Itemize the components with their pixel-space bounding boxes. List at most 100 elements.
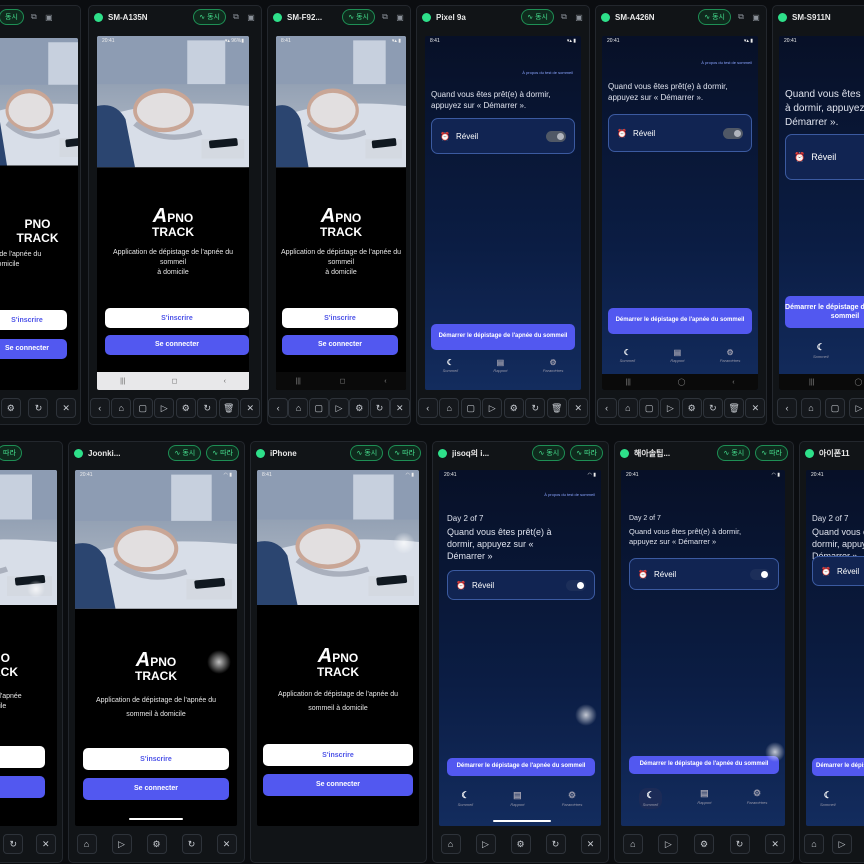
tab-sleep[interactable]: ☾ Sommeil [813, 342, 829, 359]
overview-icon[interactable]: ▢ [639, 398, 660, 418]
login-button[interactable]: Se connecter [0, 339, 67, 359]
refresh-icon[interactable]: ↻ [369, 398, 390, 418]
play-icon[interactable]: ▷ [482, 398, 503, 418]
home-button[interactable]: ◻ [172, 377, 178, 385]
delete-icon[interactable]: 🗑 [546, 398, 567, 418]
overview-icon[interactable]: ▢ [825, 398, 845, 418]
play-icon[interactable]: ▷ [658, 834, 679, 854]
start-button[interactable]: Démarrer le dépistage de l'apnée du somm… [785, 296, 864, 328]
refresh-icon[interactable]: ↻ [702, 398, 723, 418]
signup-button[interactable]: S'inscrire [0, 310, 67, 330]
start-button[interactable]: Démarrer le dépistage de l'apnée du somm… [629, 756, 779, 774]
login-button[interactable]: Se connecter [263, 774, 413, 796]
delete-icon[interactable]: 🗑 [724, 398, 745, 418]
tab-sleep[interactable]: ☾ Sommeil [638, 788, 663, 809]
tab-sleep[interactable]: ☾ Sommeil [820, 790, 836, 807]
overview-icon[interactable]: ▢ [460, 398, 481, 418]
refresh-icon[interactable]: ↻ [729, 834, 750, 854]
close-icon[interactable]: ✕ [35, 834, 56, 854]
play-icon[interactable]: ▷ [154, 398, 175, 418]
play-icon[interactable]: ▷ [849, 398, 864, 418]
copy-icon[interactable]: ⧉ [231, 12, 241, 22]
sync-chip[interactable]: ∿ 동시 [717, 445, 751, 461]
mirror-chip[interactable]: ∿ 따라 [570, 445, 603, 461]
alarm-toggle[interactable] [750, 568, 770, 580]
window-icon[interactable]: ▣ [574, 12, 584, 22]
back-button[interactable]: ‹ [384, 378, 386, 385]
tab-settings[interactable]: ⚙ Paramètres [562, 790, 583, 807]
mirror-chip[interactable]: 따라 [0, 445, 22, 461]
tab-settings[interactable]: ⚙ Paramètres [720, 348, 741, 363]
home-icon[interactable]: ⌂ [617, 398, 638, 418]
recent-apps-button[interactable]: ||| [625, 379, 630, 386]
close-icon[interactable]: ✕ [568, 398, 589, 418]
alarm-card[interactable]: ⏰ Réveil [812, 556, 864, 586]
login-button[interactable]: Se connecter [105, 335, 249, 355]
about-link[interactable]: À propos du test de sommeil [701, 60, 752, 65]
signup-button[interactable]: S'inscrire [83, 748, 229, 770]
login-button[interactable]: Se connecter [282, 335, 398, 355]
refresh-icon[interactable]: ↻ [197, 398, 218, 418]
close-icon[interactable]: ✕ [765, 834, 786, 854]
signup-button[interactable]: S'inscrire [105, 308, 249, 328]
play-icon[interactable]: ▷ [475, 834, 496, 854]
tab-report[interactable]: ▤ Rapport [493, 358, 507, 373]
home-icon[interactable]: ⌂ [622, 834, 643, 854]
sync-chip[interactable]: ∿ 동시 [193, 9, 226, 25]
back-icon[interactable]: ‹ [417, 398, 438, 418]
recent-apps-button[interactable]: ||| [120, 378, 125, 385]
home-icon[interactable]: ⌂ [439, 398, 460, 418]
alarm-card[interactable]: ⏰ Réveil [629, 558, 779, 590]
window-icon[interactable]: ▣ [751, 12, 761, 22]
sync-chip[interactable]: ∿ 동시 [350, 445, 384, 461]
back-icon[interactable]: ‹ [777, 398, 797, 418]
alarm-toggle[interactable] [566, 579, 586, 591]
play-icon[interactable]: ▷ [660, 398, 681, 418]
sync-chip[interactable]: ∿ 동시 [698, 9, 731, 25]
refresh-icon[interactable]: ↻ [525, 398, 546, 418]
sync-chip[interactable]: 동시 [0, 9, 24, 25]
copy-icon[interactable]: ⧉ [736, 12, 746, 22]
signup-button[interactable]: S'inscrire [282, 308, 398, 328]
recent-apps-button[interactable]: ||| [295, 378, 300, 385]
refresh-icon[interactable]: ↻ [3, 834, 24, 854]
sync-chip[interactable]: ∿ 동시 [168, 445, 202, 461]
back-icon[interactable]: ‹ [596, 398, 617, 418]
tab-sleep[interactable]: ☾ Sommeil [620, 348, 636, 363]
signup-button[interactable]: S'inscrire [263, 744, 413, 766]
home-icon[interactable]: ⌂ [440, 834, 461, 854]
tab-settings[interactable]: ⚙ Paramètres [747, 788, 768, 809]
close-icon[interactable]: ✕ [389, 398, 410, 418]
overview-icon[interactable]: ▢ [132, 398, 153, 418]
login-button[interactable] [0, 776, 45, 798]
screenshot-icon[interactable]: ⚙ [503, 398, 524, 418]
about-link[interactable]: À propos du test de sommeil [544, 492, 595, 497]
window-icon[interactable]: ▣ [246, 12, 256, 22]
mirror-chip[interactable]: ∿ 따라 [206, 445, 239, 461]
play-icon[interactable]: ▷ [832, 834, 852, 854]
play-icon[interactable]: ▷ [328, 398, 349, 418]
alarm-toggle[interactable] [546, 130, 566, 142]
copy-icon[interactable]: ⧉ [559, 12, 569, 22]
screenshot-icon[interactable]: ⚙ [175, 398, 196, 418]
back-button[interactable]: ‹ [732, 379, 734, 386]
tab-report[interactable]: ▤ Rapport [510, 790, 524, 807]
start-button[interactable]: Démarrer le dépistage de l'apnée du somm… [812, 758, 864, 776]
refresh-icon[interactable]: ↻ [181, 834, 202, 854]
tab-report[interactable]: ▤ Rapport [670, 348, 684, 363]
start-button[interactable]: Démarrer le dépistage de l'apnée du somm… [608, 308, 752, 334]
mirror-chip[interactable]: ∿ 따라 [755, 445, 788, 461]
tab-report[interactable]: ▤ Rapport [697, 788, 711, 809]
alarm-card[interactable]: ⏰ Réveil [447, 570, 595, 600]
sync-chip[interactable]: ∿ 동시 [521, 9, 554, 25]
refresh-icon[interactable]: ↻ [545, 834, 566, 854]
alarm-card[interactable]: ⏰ Réveil [431, 118, 575, 154]
recent-apps-button[interactable]: ||| [809, 379, 814, 386]
start-button[interactable]: Démarrer le dépistage de l'apnée du somm… [431, 324, 575, 350]
window-icon[interactable]: ▣ [395, 12, 405, 22]
screenshot-icon[interactable]: ⚙ [693, 834, 714, 854]
home-button[interactable]: ◯ [854, 378, 862, 386]
mirror-chip[interactable]: ∿ 따라 [388, 445, 421, 461]
alarm-card[interactable]: ⏰ Réveil [785, 134, 864, 180]
home-button[interactable]: ◯ [678, 378, 686, 386]
